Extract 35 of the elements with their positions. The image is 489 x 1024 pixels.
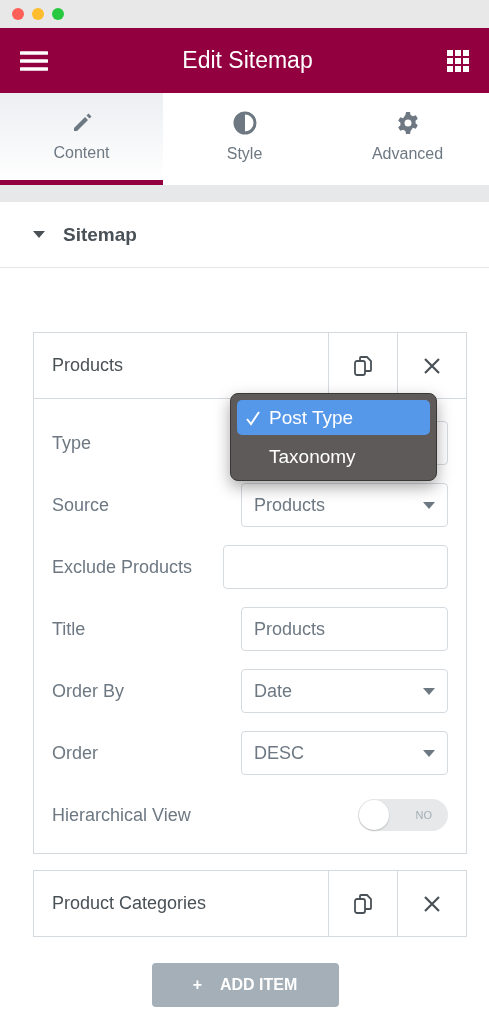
field-label: Exclude Products bbox=[52, 556, 193, 578]
copy-icon bbox=[354, 893, 372, 914]
dropdown-option[interactable]: Post Type bbox=[237, 400, 430, 435]
select-field[interactable]: Date bbox=[241, 669, 448, 713]
select-field[interactable]: DESC bbox=[241, 731, 448, 775]
contrast-icon bbox=[232, 110, 257, 135]
dropdown-option[interactable]: Taxonomy bbox=[237, 439, 430, 474]
field-label: Type bbox=[52, 432, 92, 454]
copy-icon bbox=[354, 355, 372, 376]
item-title[interactable]: Product Categories bbox=[34, 871, 328, 936]
caret-icon bbox=[423, 687, 435, 695]
caret-icon[interactable] bbox=[33, 231, 45, 238]
field-label: Hierarchical View bbox=[52, 804, 191, 826]
minimize-dot[interactable] bbox=[32, 8, 44, 20]
maximize-dot[interactable] bbox=[52, 8, 64, 20]
text-field[interactable] bbox=[223, 545, 448, 589]
caret-icon bbox=[423, 501, 435, 509]
select-field[interactable]: Products bbox=[241, 483, 448, 527]
panel-title: Edit Sitemap bbox=[182, 47, 313, 74]
field-label: Order By bbox=[52, 680, 125, 702]
item-title[interactable]: Products bbox=[34, 333, 328, 398]
grid-icon[interactable] bbox=[447, 49, 469, 72]
text-field[interactable]: Products bbox=[241, 607, 448, 651]
section-title[interactable]: Sitemap bbox=[63, 223, 137, 246]
caret-icon bbox=[423, 749, 435, 757]
field-label: Order bbox=[52, 742, 98, 764]
field-label: Title bbox=[52, 618, 86, 640]
menu-icon[interactable] bbox=[20, 50, 48, 71]
check-icon bbox=[245, 409, 261, 426]
close-icon bbox=[424, 895, 440, 912]
tab[interactable]: Content bbox=[0, 93, 163, 185]
close-dot[interactable] bbox=[12, 8, 24, 20]
close-icon bbox=[424, 357, 440, 374]
field-label: Source bbox=[52, 494, 110, 516]
gear-icon bbox=[395, 110, 420, 135]
